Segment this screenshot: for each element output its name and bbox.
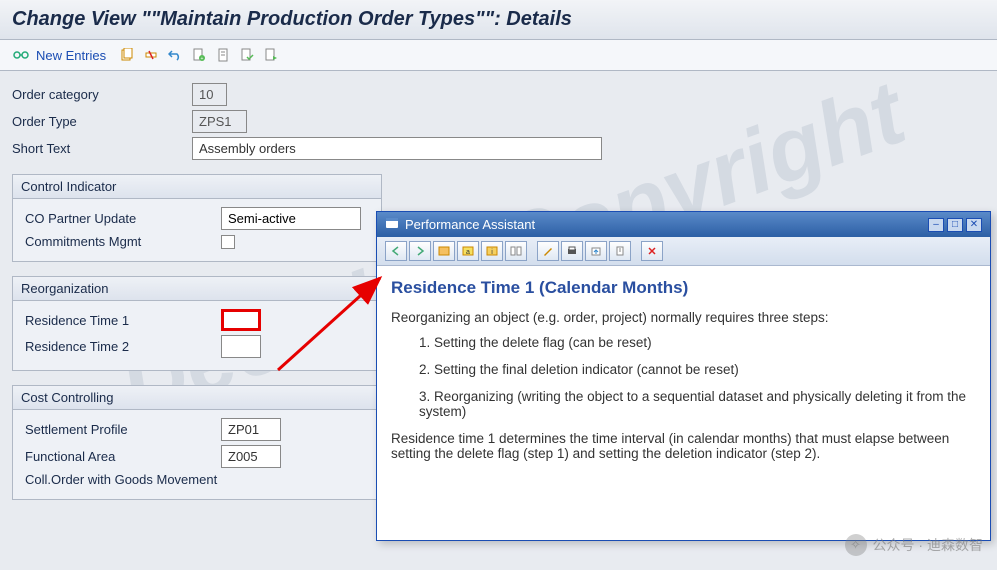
- group-header-cost: Cost Controlling: [13, 386, 381, 410]
- glasses-icon[interactable]: [12, 46, 30, 64]
- short-text-input[interactable]: [192, 137, 602, 160]
- settlement-label: Settlement Profile: [21, 422, 221, 437]
- group-header-reorg: Reorganization: [13, 277, 381, 301]
- field-order-category: Order category: [12, 83, 382, 106]
- doc-icon[interactable]: [214, 46, 232, 64]
- order-type-label: Order Type: [12, 114, 192, 129]
- popup-titlebar: Performance Assistant ‒ □ ✕: [377, 212, 990, 237]
- svg-text:+: +: [201, 56, 204, 62]
- popup-heading: Residence Time 1 (Calendar Months): [391, 278, 976, 298]
- order-type-input[interactable]: [192, 110, 247, 133]
- book-icon[interactable]: [433, 241, 455, 261]
- popup-step3: 3. Reorganizing (writing the object to a…: [419, 389, 976, 419]
- svg-text:a: a: [466, 249, 470, 256]
- new-entries-link[interactable]: New Entries: [36, 48, 106, 63]
- coll-order-label: Coll.Order with Goods Movement: [21, 472, 217, 487]
- group-reorganization: Reorganization Residence Time 1 Residenc…: [12, 276, 382, 371]
- doc-play-icon[interactable]: [262, 46, 280, 64]
- popup-footer: Residence time 1 determines the time int…: [391, 431, 976, 461]
- delete-row-icon[interactable]: [142, 46, 160, 64]
- functional-input[interactable]: [221, 445, 281, 468]
- commitments-checkbox[interactable]: [221, 235, 235, 249]
- edit-icon[interactable]: [537, 241, 559, 261]
- export-icon[interactable]: [585, 241, 607, 261]
- popup-step2: 2. Setting the final deletion indicator …: [419, 362, 976, 377]
- undo-icon[interactable]: [166, 46, 184, 64]
- wechat-text: 公众号 · 迪森数智: [873, 535, 983, 555]
- res1-label: Residence Time 1: [21, 313, 221, 328]
- short-text-label: Short Text: [12, 141, 192, 156]
- settlement-input[interactable]: [221, 418, 281, 441]
- techinfo-icon[interactable]: i: [481, 241, 503, 261]
- co-partner-dropdown[interactable]: Semi-active: [221, 207, 361, 230]
- residence-time-2-input[interactable]: [221, 335, 261, 358]
- page-title: Change View ""Maintain Production Order …: [0, 0, 997, 40]
- print-icon[interactable]: [561, 241, 583, 261]
- co-partner-label: CO Partner Update: [21, 211, 221, 226]
- popup-toolbar: a i: [377, 237, 990, 266]
- forward-icon[interactable]: [409, 241, 431, 261]
- minimize-button[interactable]: ‒: [928, 218, 944, 232]
- copy-icon[interactable]: [118, 46, 136, 64]
- back-icon[interactable]: [385, 241, 407, 261]
- wechat-watermark: ✧ 公众号 · 迪森数智: [845, 534, 983, 556]
- close-help-icon[interactable]: [641, 241, 663, 261]
- find-icon[interactable]: [505, 241, 527, 261]
- popup-title: Performance Assistant: [405, 217, 535, 232]
- popup-app-icon: [385, 217, 399, 232]
- residence-time-1-input[interactable]: [221, 309, 261, 331]
- order-category-input[interactable]: [192, 83, 227, 106]
- app-toolbar: New Entries +: [0, 40, 997, 71]
- functional-label: Functional Area: [21, 449, 221, 464]
- close-button[interactable]: ✕: [966, 218, 982, 232]
- doc-check-icon[interactable]: [238, 46, 256, 64]
- order-category-label: Order category: [12, 87, 192, 102]
- add-doc-icon[interactable]: +: [190, 46, 208, 64]
- performance-assistant-popup: Performance Assistant ‒ □ ✕ a i Residenc…: [376, 211, 991, 541]
- group-control-indicator: Control Indicator CO Partner Update Semi…: [12, 174, 382, 262]
- glossary-icon[interactable]: a: [457, 241, 479, 261]
- clipboard-icon[interactable]: [609, 241, 631, 261]
- maximize-button[interactable]: □: [947, 218, 963, 232]
- res2-label: Residence Time 2: [21, 339, 221, 354]
- wechat-icon: ✧: [845, 534, 867, 556]
- commitments-label: Commitments Mgmt: [21, 234, 221, 249]
- popup-intro: Reorganizing an object (e.g. order, proj…: [391, 310, 976, 325]
- field-short-text: Short Text: [12, 137, 612, 160]
- group-cost-controlling: Cost Controlling Settlement Profile Func…: [12, 385, 382, 500]
- group-header-control: Control Indicator: [13, 175, 381, 199]
- field-order-type: Order Type: [12, 110, 382, 133]
- popup-content: Residence Time 1 (Calendar Months) Reorg…: [377, 266, 990, 538]
- popup-step1: 1. Setting the delete flag (can be reset…: [419, 335, 976, 350]
